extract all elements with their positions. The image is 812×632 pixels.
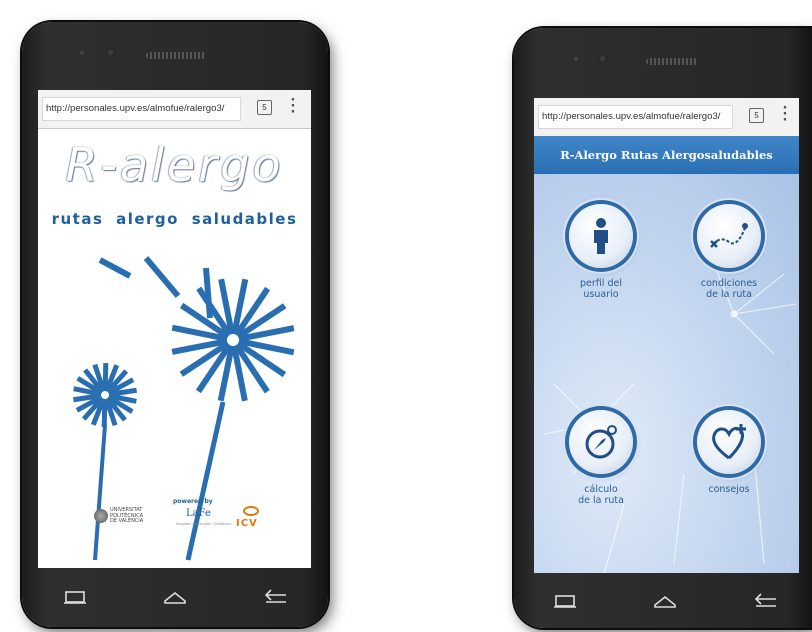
screen: http://personales.upv.es/almofue/ralergo… — [38, 90, 311, 568]
url-field[interactable]: http://personales.upv.es/almofue/ralergo… — [538, 105, 733, 129]
icv-logo: ICV — [236, 518, 258, 529]
proximity-sensor — [574, 57, 578, 61]
recent-apps-icon[interactable] — [552, 591, 578, 611]
home-icon[interactable] — [652, 591, 678, 611]
screen: http://personales.upv.es/almofue/ralergo… — [534, 98, 799, 573]
phone-left: http://personales.upv.es/almofue/ralergo… — [22, 22, 328, 627]
lafe-logo-subtitle: Hospital Universitari i Politècnic — [176, 522, 232, 526]
front-camera — [598, 54, 607, 63]
person-icon — [569, 204, 633, 268]
route-conditions-tile[interactable]: condiciones de la ruta — [669, 204, 789, 300]
profile-tile[interactable]: perfil del usuario — [541, 204, 661, 300]
browser-toolbar: http://personales.upv.es/almofue/ralergo… — [534, 98, 799, 137]
icv-logo-mark — [243, 506, 259, 516]
speaker-grille — [146, 52, 206, 59]
android-nav-bar — [514, 573, 812, 631]
route-calculation-tile[interactable]: cálculo de la ruta — [541, 410, 661, 506]
speaker-grille — [646, 58, 698, 65]
android-nav-bar — [22, 569, 328, 627]
route-map-icon — [697, 204, 761, 268]
home-icon[interactable] — [162, 587, 188, 607]
overflow-menu-icon[interactable]: · · · — [782, 102, 788, 127]
profile-tile-label: perfil del usuario — [580, 278, 622, 300]
compass-icon — [569, 410, 633, 474]
back-icon[interactable] — [752, 591, 778, 611]
tips-tile-label: consejos — [708, 484, 750, 495]
app-menu-background: perfil del usuario condiciones de la rut… — [534, 174, 799, 573]
recent-apps-icon[interactable] — [62, 587, 88, 607]
dandelion-illustration — [72, 256, 295, 561]
heart-plus-icon — [697, 410, 761, 474]
tabs-count-button[interactable]: 5 — [749, 108, 764, 123]
route-calculation-tile-label: cálculo de la ruta — [578, 484, 624, 506]
back-icon[interactable] — [262, 587, 288, 607]
front-camera — [106, 48, 115, 57]
app-header-title: R-Alergo Rutas Alergosaludables — [534, 136, 799, 174]
route-conditions-tile-label: condiciones de la ruta — [700, 278, 758, 300]
upv-seal-logo — [94, 509, 108, 523]
powered-by-label: powered by — [173, 498, 213, 505]
lafe-logo: LaFe — [186, 508, 211, 519]
proximity-sensor — [80, 51, 84, 55]
upv-logo: UNIVERSITAT POLITÈCNICA DE VALÈNCIA — [110, 507, 144, 524]
tips-tile[interactable]: consejos — [669, 410, 789, 495]
phone-right: http://personales.upv.es/almofue/ralergo… — [514, 28, 812, 628]
